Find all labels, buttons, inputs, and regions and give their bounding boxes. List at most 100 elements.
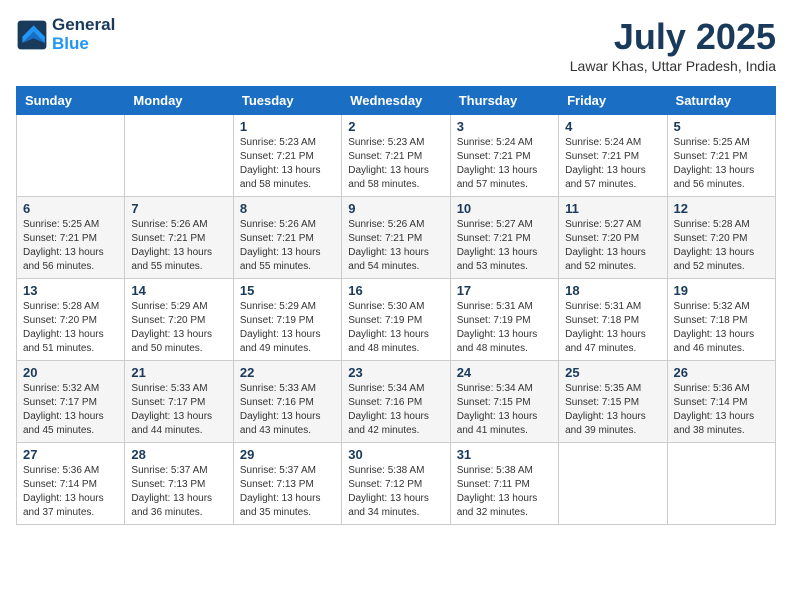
- calendar-cell: 22 Sunrise: 5:33 AMSunset: 7:16 PMDayligh…: [233, 361, 341, 443]
- weekday-header-row: SundayMondayTuesdayWednesdayThursdayFrid…: [17, 87, 776, 115]
- calendar-cell: 23Sunrise: 5:34 AMSunset: 7:16 PMDayligh…: [342, 361, 450, 443]
- calendar-cell: 26 Sunrise: 5:36 AMSunset: 7:14 PMDayligh…: [667, 361, 775, 443]
- day-info: Sunrise: 5:29 AMSunset: 7:20 PMDaylight:…: [131, 300, 226, 356]
- weekday-header-friday: Friday: [559, 87, 667, 115]
- calendar-cell: 24Sunrise: 5:34 AMSunset: 7:15 PMDayligh…: [450, 361, 558, 443]
- calendar-cell: [125, 115, 233, 197]
- day-number: 26: [674, 365, 769, 380]
- day-number: 25: [565, 365, 660, 380]
- day-info: Sunrise: 5:23 AMSunset: 7:21 PMDaylight:…: [240, 136, 335, 192]
- day-number: 1: [240, 119, 335, 134]
- day-info: Sunrise: 5:24 AMSunset: 7:21 PMDaylight:…: [565, 136, 660, 192]
- day-info: Sunrise: 5:34 AMSunset: 7:15 PMDaylight:…: [457, 382, 552, 438]
- day-info: Sunrise: 5:32 AMSunset: 7:17 PMDaylight:…: [23, 382, 118, 438]
- day-number: 9: [348, 201, 443, 216]
- day-info: Sunrise: 5:38 AMSunset: 7:12 PMDaylight:…: [348, 464, 443, 520]
- day-number: 17: [457, 283, 552, 298]
- weekday-header-wednesday: Wednesday: [342, 87, 450, 115]
- calendar-cell: 18Sunrise: 5:31 AMSunset: 7:18 PMDayligh…: [559, 279, 667, 361]
- day-info: Sunrise: 5:36 AMSunset: 7:14 PMDaylight:…: [23, 464, 118, 520]
- day-info: Sunrise: 5:24 AMSunset: 7:21 PMDaylight:…: [457, 136, 552, 192]
- day-number: 31: [457, 447, 552, 462]
- day-info: Sunrise: 5:25 AMSunset: 7:21 PMDaylight:…: [674, 136, 769, 192]
- calendar-cell: 31Sunrise: 5:38 AMSunset: 7:11 PMDayligh…: [450, 443, 558, 525]
- calendar-cell: 19 Sunrise: 5:32 AMSunset: 7:18 PMDayligh…: [667, 279, 775, 361]
- day-info: Sunrise: 5:27 AMSunset: 7:20 PMDaylight:…: [565, 218, 660, 274]
- calendar-cell: 11 Sunrise: 5:27 AMSunset: 7:20 PMDayligh…: [559, 197, 667, 279]
- day-info: Sunrise: 5:31 AMSunset: 7:19 PMDaylight:…: [457, 300, 552, 356]
- day-info: Sunrise: 5:36 AMSunset: 7:14 PMDaylight:…: [674, 382, 769, 438]
- calendar-cell: 9 Sunrise: 5:26 AMSunset: 7:21 PMDaylight…: [342, 197, 450, 279]
- day-number: 11: [565, 201, 660, 216]
- calendar-cell: 17 Sunrise: 5:31 AMSunset: 7:19 PMDayligh…: [450, 279, 558, 361]
- calendar-week-row: 13 Sunrise: 5:28 AMSunset: 7:20 PMDayligh…: [17, 279, 776, 361]
- day-number: 2: [348, 119, 443, 134]
- day-number: 20: [23, 365, 118, 380]
- day-number: 28: [131, 447, 226, 462]
- day-number: 30: [348, 447, 443, 462]
- calendar-cell: 2 Sunrise: 5:23 AMSunset: 7:21 PMDaylight…: [342, 115, 450, 197]
- day-number: 16: [348, 283, 443, 298]
- day-number: 10: [457, 201, 552, 216]
- day-info: Sunrise: 5:29 AMSunset: 7:19 PMDaylight:…: [240, 300, 335, 356]
- day-info: Sunrise: 5:33 AMSunset: 7:17 PMDaylight:…: [131, 382, 226, 438]
- calendar-cell: [17, 115, 125, 197]
- day-number: 6: [23, 201, 118, 216]
- calendar-cell: 29Sunrise: 5:37 AMSunset: 7:13 PMDayligh…: [233, 443, 341, 525]
- day-number: 22: [240, 365, 335, 380]
- day-info: Sunrise: 5:33 AMSunset: 7:16 PMDaylight:…: [240, 382, 335, 438]
- logo-line2: Blue: [52, 35, 115, 54]
- day-info: Sunrise: 5:31 AMSunset: 7:18 PMDaylight:…: [565, 300, 660, 356]
- day-info: Sunrise: 5:26 AMSunset: 7:21 PMDaylight:…: [348, 218, 443, 274]
- calendar-cell: 28Sunrise: 5:37 AMSunset: 7:13 PMDayligh…: [125, 443, 233, 525]
- weekday-header-tuesday: Tuesday: [233, 87, 341, 115]
- day-info: Sunrise: 5:32 AMSunset: 7:18 PMDaylight:…: [674, 300, 769, 356]
- day-info: Sunrise: 5:27 AMSunset: 7:21 PMDaylight:…: [457, 218, 552, 274]
- calendar-cell: 12Sunrise: 5:28 AMSunset: 7:20 PMDayligh…: [667, 197, 775, 279]
- calendar-cell: 25 Sunrise: 5:35 AMSunset: 7:15 PMDayligh…: [559, 361, 667, 443]
- weekday-header-sunday: Sunday: [17, 87, 125, 115]
- day-info: Sunrise: 5:25 AMSunset: 7:21 PMDaylight:…: [23, 218, 118, 274]
- day-number: 27: [23, 447, 118, 462]
- weekday-header-thursday: Thursday: [450, 87, 558, 115]
- calendar-cell: [667, 443, 775, 525]
- calendar-cell: 20 Sunrise: 5:32 AMSunset: 7:17 PMDayligh…: [17, 361, 125, 443]
- calendar-cell: 16 Sunrise: 5:30 AMSunset: 7:19 PMDayligh…: [342, 279, 450, 361]
- calendar-cell: 1 Sunrise: 5:23 AMSunset: 7:21 PMDaylight…: [233, 115, 341, 197]
- calendar-cell: 27 Sunrise: 5:36 AMSunset: 7:14 PMDayligh…: [17, 443, 125, 525]
- calendar-cell: 4 Sunrise: 5:24 AMSunset: 7:21 PMDaylight…: [559, 115, 667, 197]
- day-number: 13: [23, 283, 118, 298]
- calendar-cell: 21 Sunrise: 5:33 AMSunset: 7:17 PMDayligh…: [125, 361, 233, 443]
- day-info: Sunrise: 5:28 AMSunset: 7:20 PMDaylight:…: [23, 300, 118, 356]
- calendar-cell: 10 Sunrise: 5:27 AMSunset: 7:21 PMDayligh…: [450, 197, 558, 279]
- day-number: 5: [674, 119, 769, 134]
- day-number: 21: [131, 365, 226, 380]
- day-info: Sunrise: 5:34 AMSunset: 7:16 PMDaylight:…: [348, 382, 443, 438]
- day-info: Sunrise: 5:30 AMSunset: 7:19 PMDaylight:…: [348, 300, 443, 356]
- calendar-cell: 6 Sunrise: 5:25 AMSunset: 7:21 PMDaylight…: [17, 197, 125, 279]
- day-number: 14: [131, 283, 226, 298]
- calendar-cell: 7Sunrise: 5:26 AMSunset: 7:21 PMDaylight…: [125, 197, 233, 279]
- calendar-cell: 5 Sunrise: 5:25 AMSunset: 7:21 PMDaylight…: [667, 115, 775, 197]
- day-info: Sunrise: 5:28 AMSunset: 7:20 PMDaylight:…: [674, 218, 769, 274]
- title-block: July 2025 Lawar Khas, Uttar Pradesh, Ind…: [570, 16, 776, 74]
- month-title: July 2025: [570, 16, 776, 58]
- calendar-week-row: 6 Sunrise: 5:25 AMSunset: 7:21 PMDaylight…: [17, 197, 776, 279]
- day-info: Sunrise: 5:37 AMSunset: 7:13 PMDaylight:…: [240, 464, 335, 520]
- logo-icon: [16, 19, 48, 51]
- calendar-week-row: 1 Sunrise: 5:23 AMSunset: 7:21 PMDaylight…: [17, 115, 776, 197]
- calendar-cell: 30 Sunrise: 5:38 AMSunset: 7:12 PMDayligh…: [342, 443, 450, 525]
- calendar-cell: 13 Sunrise: 5:28 AMSunset: 7:20 PMDayligh…: [17, 279, 125, 361]
- day-number: 3: [457, 119, 552, 134]
- calendar-table: SundayMondayTuesdayWednesdayThursdayFrid…: [16, 86, 776, 525]
- calendar-cell: 15 Sunrise: 5:29 AMSunset: 7:19 PMDayligh…: [233, 279, 341, 361]
- weekday-header-saturday: Saturday: [667, 87, 775, 115]
- calendar-cell: 3 Sunrise: 5:24 AMSunset: 7:21 PMDaylight…: [450, 115, 558, 197]
- day-info: Sunrise: 5:23 AMSunset: 7:21 PMDaylight:…: [348, 136, 443, 192]
- day-number: 4: [565, 119, 660, 134]
- calendar-week-row: 27 Sunrise: 5:36 AMSunset: 7:14 PMDayligh…: [17, 443, 776, 525]
- day-number: 19: [674, 283, 769, 298]
- day-info: Sunrise: 5:26 AMSunset: 7:21 PMDaylight:…: [240, 218, 335, 274]
- day-info: Sunrise: 5:35 AMSunset: 7:15 PMDaylight:…: [565, 382, 660, 438]
- day-number: 15: [240, 283, 335, 298]
